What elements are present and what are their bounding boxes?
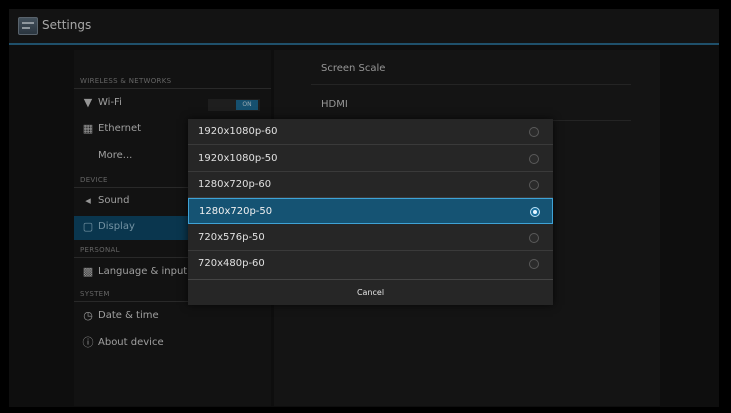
resolution-dialog: 1920x1080p-60 1920x1080p-50 1280x720p-60… [188, 119, 553, 305]
radio-button[interactable] [529, 180, 539, 190]
radio-button[interactable] [529, 127, 539, 137]
option-1280x720p-50[interactable]: 1280x720p-50 [188, 198, 553, 224]
radio-button[interactable] [529, 233, 539, 243]
option-label: 1920x1080p-60 [198, 126, 278, 137]
option-720x480p-60[interactable]: 720x480p-60 [188, 251, 553, 277]
option-label: 1280x720p-60 [198, 179, 272, 190]
option-label: 720x576p-50 [198, 232, 265, 243]
radio-button-selected[interactable] [530, 207, 540, 217]
cancel-label: Cancel [356, 288, 385, 297]
option-label: 720x480p-60 [198, 258, 265, 269]
option-1920x1080p-50[interactable]: 1920x1080p-50 [188, 146, 553, 172]
option-1280x720p-60[interactable]: 1280x720p-60 [188, 172, 553, 198]
option-1920x1080p-60[interactable]: 1920x1080p-60 [188, 119, 553, 145]
radio-button[interactable] [529, 259, 539, 269]
radio-button[interactable] [529, 154, 539, 164]
option-label: 1280x720p-50 [199, 206, 273, 217]
cancel-button[interactable]: Cancel [188, 279, 553, 305]
option-720x576p-50[interactable]: 720x576p-50 [188, 225, 553, 251]
option-label: 1920x1080p-50 [198, 153, 278, 164]
